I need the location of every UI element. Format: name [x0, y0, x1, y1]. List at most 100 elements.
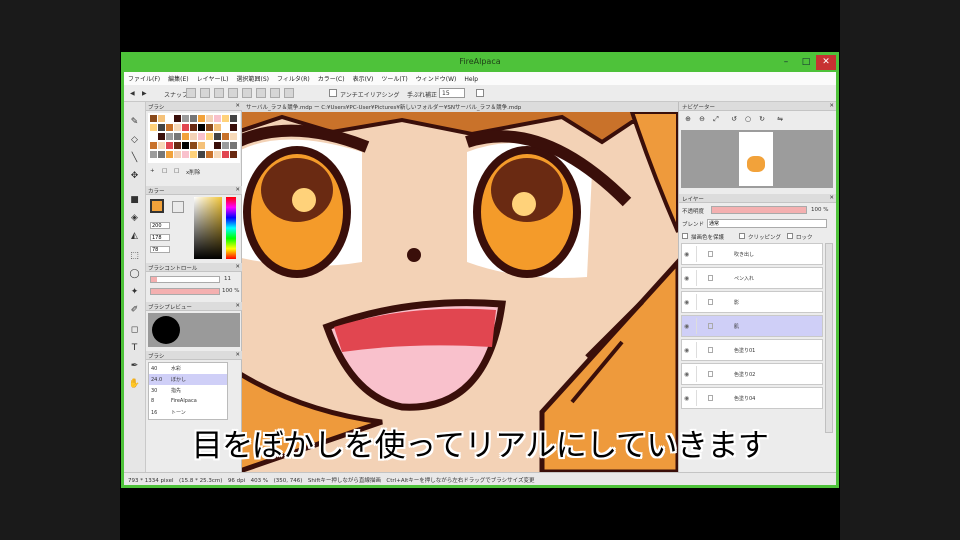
secondary-color[interactable]: [172, 201, 184, 213]
palette-swatch[interactable]: [190, 124, 197, 131]
brush-item[interactable]: 8 FireAlpaca: [149, 396, 227, 407]
palette-swatch[interactable]: [158, 151, 165, 158]
eye-icon[interactable]: ◉: [684, 275, 689, 282]
palette-swatch[interactable]: [198, 124, 205, 131]
palette-swatch[interactable]: [190, 151, 197, 158]
palette-swatch[interactable]: [190, 115, 197, 122]
palette-swatch[interactable]: [158, 115, 165, 122]
text-tool-icon[interactable]: T: [128, 342, 141, 355]
eye-icon[interactable]: ◉: [684, 371, 689, 378]
brush-opacity-slider[interactable]: [150, 288, 220, 295]
palette-swatch[interactable]: [166, 115, 173, 122]
palette-copy-button[interactable]: □: [162, 168, 167, 174]
menu-select[interactable]: 選択範囲(S): [232, 72, 273, 83]
layer-opacity-slider[interactable]: [711, 206, 807, 214]
palette-swatch[interactable]: [222, 142, 229, 149]
palette-swatch[interactable]: [158, 124, 165, 131]
palette-swatch[interactable]: [166, 142, 173, 149]
palette-load-button[interactable]: □: [174, 168, 179, 174]
snap-cross-icon[interactable]: [214, 88, 224, 98]
palette-swatch[interactable]: [214, 142, 221, 149]
brush-item[interactable]: 40 水彩: [149, 363, 227, 374]
palette-swatch[interactable]: [150, 142, 157, 149]
eye-icon[interactable]: ◉: [684, 395, 689, 402]
gradient-tool-icon[interactable]: ◭: [128, 230, 141, 243]
palette-swatch[interactable]: [198, 133, 205, 140]
palette-swatch[interactable]: [182, 151, 189, 158]
lock-icon[interactable]: [708, 275, 713, 281]
palette-swatch[interactable]: [214, 151, 221, 158]
layer-scrollbar[interactable]: [825, 243, 833, 433]
menu-layer[interactable]: レイヤー(L): [193, 72, 233, 83]
redo-icon[interactable]: ▶: [142, 90, 147, 97]
rotate-left-icon[interactable]: ↺: [729, 114, 739, 124]
panel-close-icon[interactable]: ✕: [829, 103, 834, 109]
clipping-checkbox[interactable]: [739, 233, 745, 239]
palette-swatch[interactable]: [190, 142, 197, 149]
select-pen-icon[interactable]: ✐: [128, 304, 141, 317]
snap-off-icon[interactable]: [186, 88, 196, 98]
palette-swatch[interactable]: [150, 115, 157, 122]
layer-row[interactable]: ◉ 吹き出し: [681, 243, 823, 265]
eraser-tool-icon[interactable]: ◇: [128, 134, 141, 147]
protect-alpha-checkbox[interactable]: [682, 233, 688, 239]
palette-swatch[interactable]: [150, 124, 157, 131]
palette-swatch[interactable]: [198, 151, 205, 158]
menu-view[interactable]: 表示(V): [349, 72, 378, 83]
rotate-right-icon[interactable]: ↻: [757, 114, 767, 124]
primary-color[interactable]: [150, 199, 164, 213]
brush-item[interactable]: 24.0 ぼかし: [149, 374, 227, 385]
eyedropper-icon[interactable]: ✒: [128, 360, 141, 373]
panel-close-icon[interactable]: ✕: [235, 352, 240, 358]
panel-close-icon[interactable]: ✕: [235, 103, 240, 109]
palette-swatch[interactable]: [198, 142, 205, 149]
palette-swatch[interactable]: [190, 133, 197, 140]
color-r-field[interactable]: 200: [150, 222, 170, 229]
flip-view-icon[interactable]: ⇋: [775, 114, 785, 124]
select-eraser-icon[interactable]: ◻: [128, 324, 141, 337]
palette-swatch[interactable]: [222, 151, 229, 158]
menu-color[interactable]: カラー(C): [314, 72, 349, 83]
palette-swatch[interactable]: [166, 133, 173, 140]
eye-icon[interactable]: ◉: [684, 323, 689, 330]
palette-swatch[interactable]: [174, 142, 181, 149]
document-tab[interactable]: サーバル_ラフ＆競争.mdp ー C:¥Users¥PC-User¥Pictur…: [242, 102, 678, 112]
zoom-in-icon[interactable]: ⊕: [683, 114, 693, 124]
menu-tool[interactable]: ツール(T): [377, 72, 411, 83]
palette-swatch[interactable]: [206, 124, 213, 131]
palette-swatch[interactable]: [174, 151, 181, 158]
layer-row[interactable]: ◉ 影: [681, 291, 823, 313]
palette-delete-button[interactable]: x削除: [186, 168, 200, 176]
palette-swatch[interactable]: [174, 115, 181, 122]
palette-swatch[interactable]: [222, 115, 229, 122]
snap-radial-icon[interactable]: [242, 88, 252, 98]
palette-swatch[interactable]: [174, 133, 181, 140]
layer-row[interactable]: ◉ 色塗り02: [681, 363, 823, 385]
magic-wand-icon[interactable]: ✦: [128, 286, 141, 299]
palette-swatch[interactable]: [182, 133, 189, 140]
toolbar-extra-checkbox[interactable]: [476, 89, 484, 97]
palette-swatch[interactable]: [182, 115, 189, 122]
palette-swatch[interactable]: [222, 133, 229, 140]
panel-close-icon[interactable]: ✕: [235, 187, 240, 193]
move-tool-icon[interactable]: ✥: [128, 170, 141, 183]
lock-icon[interactable]: [708, 371, 713, 377]
layer-row[interactable]: ◉ 肌: [681, 315, 823, 337]
eye-icon[interactable]: ◉: [684, 299, 689, 306]
layer-row[interactable]: ◉ ペン入れ: [681, 267, 823, 289]
fit-view-icon[interactable]: ⤢: [711, 114, 721, 124]
palette-swatch[interactable]: [158, 133, 165, 140]
palette-swatch[interactable]: [206, 133, 213, 140]
undo-icon[interactable]: ◀: [130, 90, 135, 97]
color-g-field[interactable]: 178: [150, 234, 170, 241]
palette-swatch[interactable]: [150, 133, 157, 140]
brush-item[interactable]: 30 指先: [149, 385, 227, 396]
palette-swatch[interactable]: [230, 124, 237, 131]
palette-swatch[interactable]: [206, 142, 213, 149]
dot-tool-icon[interactable]: ╲: [128, 152, 141, 165]
layer-row[interactable]: ◉ 色塗り01: [681, 339, 823, 361]
snap-settings-icon[interactable]: [284, 88, 294, 98]
palette-swatch[interactable]: [182, 142, 189, 149]
drawing-canvas[interactable]: [242, 112, 678, 472]
menu-help[interactable]: Help: [460, 74, 482, 83]
